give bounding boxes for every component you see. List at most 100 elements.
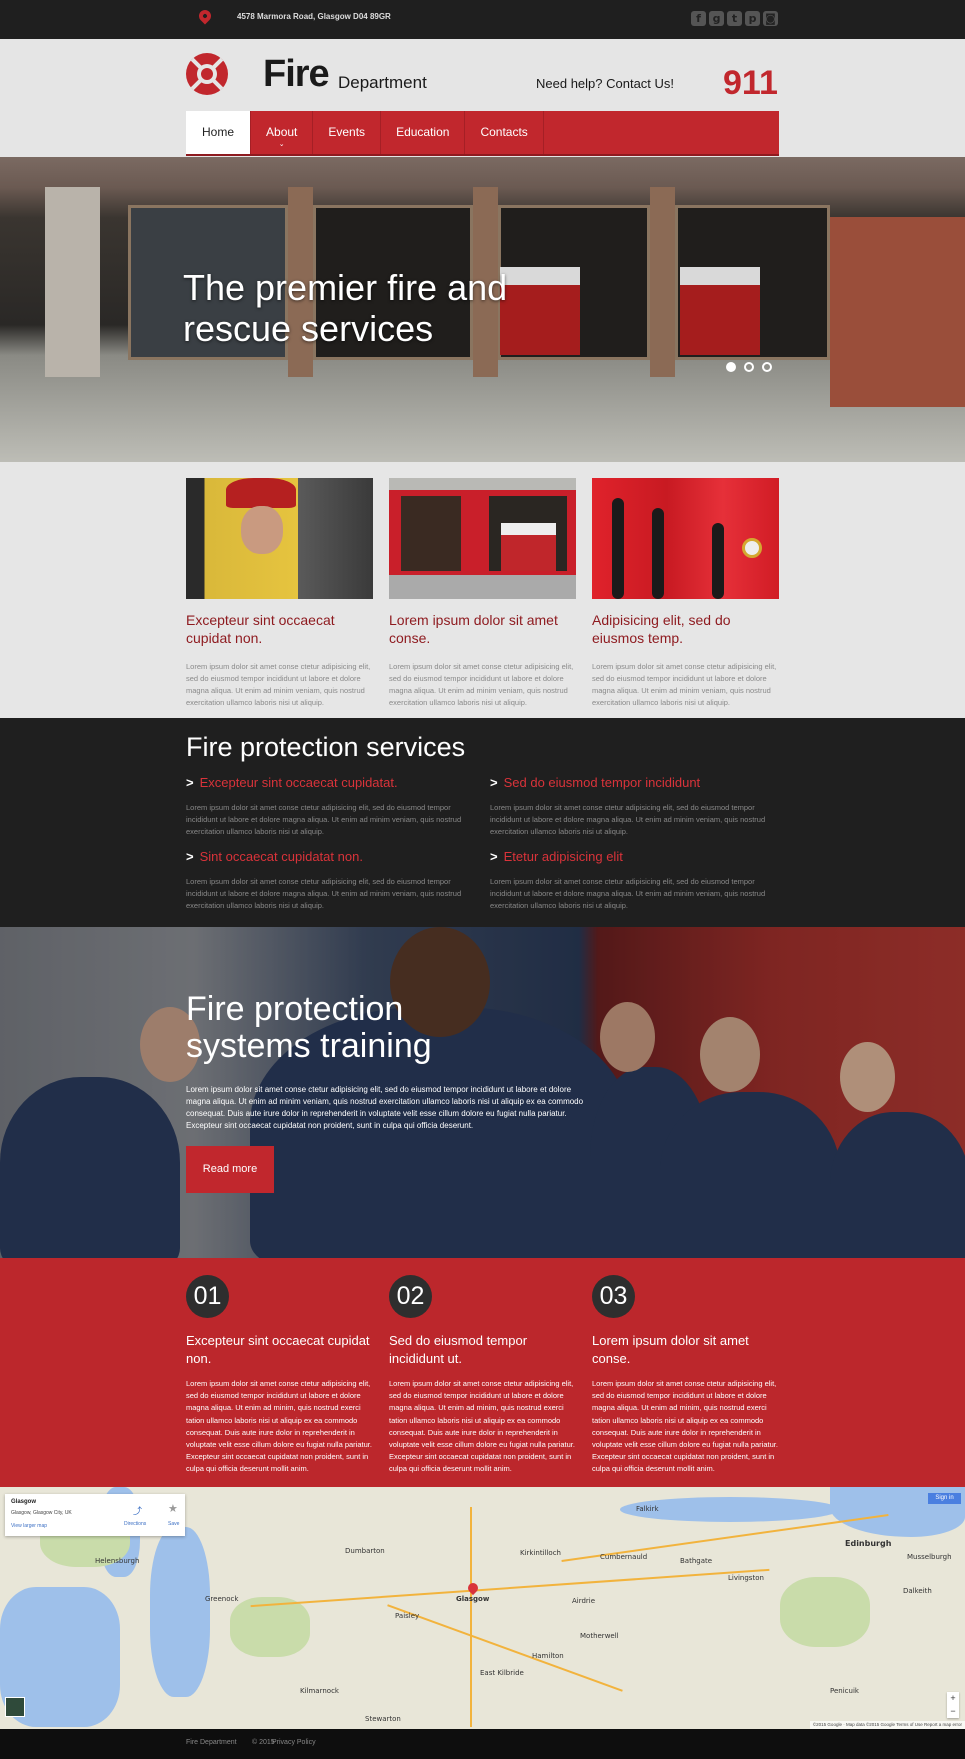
service-title-text: Etetur adipisicing elit — [503, 849, 623, 864]
service-title[interactable]: > Sint occaecat cupidatat non. — [186, 849, 466, 864]
slide-dot-2[interactable] — [744, 362, 754, 372]
feature-text: Lorem ipsum dolor sit amet conse ctetur … — [389, 662, 574, 707]
view-larger-map-link[interactable]: View larger map — [11, 1523, 47, 1529]
map-label: Dumbarton — [345, 1547, 385, 1555]
zoom-out-button[interactable]: − — [947, 1705, 959, 1718]
training-title: Fire protection systems training — [186, 991, 432, 1065]
slide-dot-1[interactable] — [726, 362, 736, 372]
privacy-policy-link[interactable]: Privacy Policy — [272, 1739, 316, 1746]
steps-section: 01 Excepteur sint occaecat cupidat non. … — [0, 1258, 965, 1487]
step-text: Lorem ipsum dolor sit amet conse ctetur … — [389, 1379, 575, 1474]
map-label: Edinburgh — [845, 1539, 892, 1548]
fire-station-image[interactable] — [389, 478, 576, 599]
service-item: > Etetur adipisicing elit Lorem ipsum dol… — [490, 849, 770, 912]
step-title[interactable]: Lorem ipsum dolor sit amet conse. — [592, 1332, 779, 1368]
nav-events-label: Events — [328, 125, 366, 139]
brand-name[interactable]: Fire — [263, 53, 330, 96]
training-title-line-1: Fire protection — [186, 990, 404, 1028]
service-text: Lorem ipsum dolor sit amet conse ctetur … — [490, 803, 766, 836]
nav-about-label: About — [266, 125, 298, 139]
service-text: Lorem ipsum dolor sit amet conse ctetur … — [490, 877, 766, 910]
star-icon[interactable]: ★ — [168, 1502, 178, 1515]
map-zoom-control: + − — [947, 1692, 959, 1718]
map-label: Helensburgh — [95, 1557, 140, 1565]
fire-department-logo-icon[interactable] — [186, 53, 228, 95]
map-pin-icon — [196, 7, 214, 25]
google-plus-icon[interactable]: g — [709, 11, 724, 26]
step-number: 03 — [592, 1275, 635, 1318]
brick-pillar — [650, 187, 675, 377]
step-number: 02 — [389, 1275, 432, 1318]
service-title-text: Excepteur sint occaecat cupidatat. — [199, 775, 398, 790]
service-item: > Sint occaecat cupidatat non. Lorem ipsu… — [186, 849, 466, 912]
map-label: East Kilbride — [480, 1669, 524, 1677]
map-label: Greenock — [205, 1595, 239, 1603]
nav-contacts[interactable]: Contacts — [465, 111, 544, 154]
slider-pagination — [726, 362, 772, 372]
map-sign-in-button[interactable]: Sign in — [928, 1493, 961, 1504]
feature-title[interactable]: Lorem ipsum dolor sit amet conse. — [389, 611, 576, 647]
service-title[interactable]: > Excepteur sint occaecat cupidatat. — [186, 775, 466, 790]
fire-extinguishers-image[interactable] — [592, 478, 779, 599]
map-label: Paisley — [395, 1612, 420, 1620]
hero-title: The premier fire and rescue services — [183, 267, 507, 349]
nav-education-label: Education — [396, 125, 450, 139]
chevron-right-icon: > — [490, 775, 498, 790]
facebook-icon[interactable]: f — [691, 11, 706, 26]
map-attribution[interactable]: ©2015 Google · Map data ©2015 Google Ter… — [809, 1721, 965, 1729]
map-park — [230, 1597, 310, 1657]
firefighter-image[interactable] — [186, 478, 373, 599]
map-label: Penicuik — [830, 1687, 859, 1695]
building-wall — [830, 217, 965, 407]
read-more-button[interactable]: Read more — [186, 1146, 274, 1193]
nav-about[interactable]: About ⌄ — [251, 111, 314, 154]
pinterest-icon[interactable]: p — [745, 11, 760, 26]
step-item: 01 Excepteur sint occaecat cupidat non. … — [186, 1275, 373, 1476]
slide-dot-3[interactable] — [762, 362, 772, 372]
chevron-right-icon: > — [490, 849, 498, 864]
site-header: Fire Department Need help? Contact Us! 9… — [0, 39, 965, 157]
tumblr-icon[interactable]: t — [727, 11, 742, 26]
place-address: Glasgow, Glasgow City, UK — [11, 1510, 72, 1516]
map-label: Livingston — [728, 1574, 764, 1582]
service-title-text: Sint occaecat cupidatat non. — [199, 849, 363, 864]
zoom-in-button[interactable]: + — [947, 1692, 959, 1705]
directions-link[interactable]: Directions — [124, 1521, 146, 1527]
step-title[interactable]: Excepteur sint occaecat cupidat non. — [186, 1332, 373, 1368]
directions-icon[interactable]: ⤴ — [133, 1504, 142, 1517]
service-item: > Sed do eiusmod tempor incididunt Lorem … — [490, 775, 770, 838]
nav-home[interactable]: Home — [186, 111, 252, 154]
step-text: Lorem ipsum dolor sit amet conse ctetur … — [186, 1379, 372, 1474]
feature-title[interactable]: Excepteur sint occaecat cupidat non. — [186, 611, 373, 647]
google-map[interactable]: Glasgow Edinburgh Paisley Falkirk Living… — [0, 1487, 965, 1729]
feature-card: Excepteur sint occaecat cupidat non. Lor… — [186, 478, 373, 709]
footer-brand: Fire Department — [186, 1739, 237, 1746]
step-title[interactable]: Sed do eiusmod tempor incididunt ut. — [389, 1332, 576, 1368]
map-marker-icon[interactable] — [465, 1580, 481, 1596]
map-road — [250, 1568, 770, 1608]
service-title[interactable]: > Sed do eiusmod tempor incididunt — [490, 775, 770, 790]
satellite-toggle[interactable] — [5, 1697, 25, 1717]
save-link[interactable]: Save — [168, 1521, 179, 1527]
service-text: Lorem ipsum dolor sit amet conse ctetur … — [186, 877, 462, 910]
nav-events[interactable]: Events — [313, 111, 382, 154]
step-text: Lorem ipsum dolor sit amet conse ctetur … — [592, 1379, 778, 1474]
service-item: > Excepteur sint occaecat cupidatat. Lore… — [186, 775, 466, 838]
nav-education[interactable]: Education — [381, 111, 466, 154]
map-label: Glasgow — [456, 1595, 490, 1603]
service-title-text: Sed do eiusmod tempor incididunt — [503, 775, 701, 790]
map-label: Falkirk — [636, 1505, 659, 1513]
services-section: Fire protection services > Excepteur sint… — [0, 718, 965, 927]
feature-text: Lorem ipsum dolor sit amet conse ctetur … — [186, 662, 371, 707]
map-label: Motherwell — [580, 1632, 619, 1640]
place-title: Glasgow — [11, 1499, 37, 1505]
feature-title[interactable]: Adipisicing elit, sed do eiusmos temp. — [592, 611, 779, 647]
top-bar: 4578 Marmora Road, Glasgow D04 89GR f g … — [0, 0, 965, 39]
service-title[interactable]: > Etetur adipisicing elit — [490, 849, 770, 864]
map-label: Cumbernauld — [600, 1553, 648, 1561]
emergency-phone[interactable]: 911 — [723, 64, 778, 103]
instagram-icon[interactable]: ◙ — [763, 11, 778, 26]
map-label: Hamilton — [532, 1652, 564, 1660]
feature-card: Adipisicing elit, sed do eiusmos temp. L… — [592, 478, 779, 709]
nav-home-label: Home — [202, 125, 235, 139]
